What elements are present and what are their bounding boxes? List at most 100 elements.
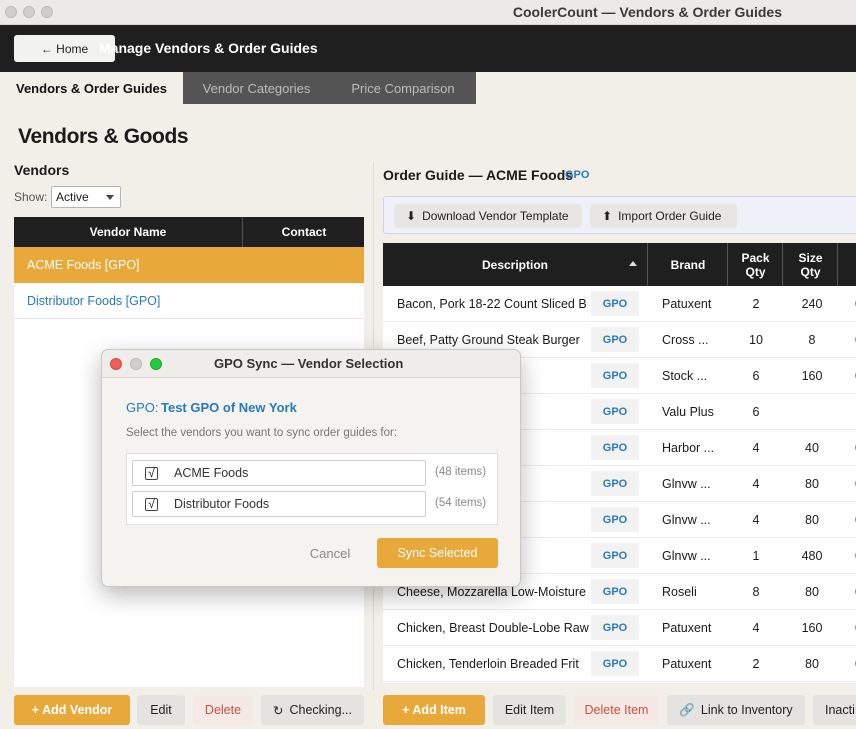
- sync-vendor-count: (54 items): [435, 497, 487, 509]
- delete-item-button[interactable]: Delete Item: [574, 695, 659, 725]
- item-pack-qty: 6: [752, 369, 760, 383]
- gpo-label: GPO:: [126, 400, 159, 415]
- item-pack-qty: 4: [752, 621, 760, 635]
- show-filter-select[interactable]: Active: [51, 186, 121, 208]
- vendor-name: Distributor Foods [GPO]: [27, 293, 161, 308]
- add-vendor-button[interactable]: + Add Vendor: [14, 695, 130, 725]
- order-guide-toolbar: ⬇ Download Vendor Template ⬆ Import Orde…: [383, 196, 856, 234]
- column-header-description[interactable]: Description: [383, 243, 648, 286]
- checkbox-distributor-foods[interactable]: √: [145, 498, 158, 511]
- link-icon: 🔗: [679, 702, 695, 717]
- column-header-pack-qty[interactable]: Pack Qty: [729, 243, 783, 286]
- delete-vendor-button[interactable]: Delete: [193, 695, 253, 725]
- item-pack-qty: 4: [752, 477, 760, 491]
- item-brand: Harbor ...: [662, 441, 715, 455]
- dialog-minimize-button[interactable]: [130, 358, 142, 370]
- tab-vendor-categories[interactable]: Vendor Categories: [183, 72, 330, 104]
- checking-button[interactable]: ↻ Checking...: [261, 695, 364, 725]
- link-to-inventory-button[interactable]: 🔗 Link to Inventory: [667, 695, 805, 725]
- item-brand: Cross ...: [662, 333, 709, 347]
- item-size-qty: 8: [808, 333, 816, 347]
- item-gpo-badge: GPO: [591, 291, 639, 316]
- item-size-qty: 160: [801, 621, 823, 635]
- item-size-qty: 80: [805, 585, 819, 599]
- app-header: ← Home Manage Vendors & Order Guides: [0, 25, 856, 72]
- window-titlebar: CoolerCount — Vendors & Order Guides: [0, 0, 856, 25]
- main-tabs: Vendors & Order Guides Vendor Categories…: [0, 72, 476, 104]
- order-guide-row[interactable]: Bacon, Pork 18-22 Count Sliced B GPO Patux…: [383, 286, 856, 322]
- item-size-qty: 80: [805, 477, 819, 491]
- vendor-row-distributor-foods[interactable]: Distributor Foods [GPO]: [14, 283, 364, 319]
- add-item-button[interactable]: + Add Item: [383, 695, 485, 725]
- window-minimize-button[interactable]: [23, 6, 35, 18]
- item-gpo-badge: GPO: [591, 471, 639, 496]
- item-gpo-badge: GPO: [591, 615, 639, 640]
- checkbox-acme-foods[interactable]: √: [145, 467, 158, 480]
- item-gpo-badge: GPO: [591, 435, 639, 460]
- item-brand: Valu Plus: [662, 405, 714, 419]
- vendors-heading: Vendors: [14, 162, 70, 178]
- item-brand: Glnvw ...: [662, 513, 711, 527]
- tab-vendors-order-guides[interactable]: Vendors & Order Guides: [0, 72, 183, 104]
- dialog-instructions: Select the vendors you want to sync orde…: [126, 427, 398, 439]
- window-title: CoolerCount — Vendors & Order Guides: [512, 4, 782, 20]
- item-pack-qty: 4: [752, 513, 760, 527]
- item-brand: Patuxent: [662, 657, 712, 671]
- item-size-qty: [784, 394, 840, 430]
- item-description: Bacon, Pork 18-22 Count Sliced B: [397, 297, 587, 311]
- tab-price-comparison[interactable]: Price Comparison: [330, 72, 476, 104]
- column-header-vendor-name[interactable]: Vendor Name: [14, 217, 243, 247]
- item-brand: Patuxent: [662, 297, 712, 311]
- item-description: Chicken, Tenderloin Breaded Frit: [397, 657, 579, 671]
- show-filter-label: Show:: [14, 190, 48, 204]
- vendor-sync-list: √ ACME Foods (48 items) √ Distributor Fo…: [126, 453, 498, 525]
- sync-vendor-acme-foods[interactable]: √ ACME Foods: [132, 460, 426, 486]
- dialog-zoom-button[interactable]: [150, 358, 162, 370]
- gpo-sync-dialog: GPO Sync — Vendor Selection GPO: Test GP…: [101, 349, 521, 587]
- edit-vendor-button[interactable]: Edit: [137, 695, 185, 725]
- item-brand: Glnvw ...: [662, 549, 711, 563]
- vendor-name: ACME Foods [GPO]: [27, 258, 140, 272]
- order-guide-table-header: Description Brand Pack Qty Size Qty: [383, 243, 856, 286]
- item-size-qty: 80: [805, 657, 819, 671]
- vendor-table-header: Vendor Name Contact: [14, 217, 364, 247]
- order-guide-row[interactable]: Chicken, Breast Double-Lobe Raw GPO Patuxe…: [383, 610, 856, 646]
- upload-arrow-icon: ⬆: [602, 209, 613, 223]
- item-description: Chicken, Breast Double-Lobe Raw: [397, 621, 589, 635]
- dialog-titlebar: GPO Sync — Vendor Selection: [102, 350, 520, 378]
- sync-vendor-name: Distributor Foods: [174, 497, 270, 511]
- item-size-qty: 80: [805, 513, 819, 527]
- page-title: Vendors & Goods: [18, 125, 189, 148]
- sort-ascending-icon: [629, 261, 637, 266]
- item-pack-qty: 2: [752, 657, 760, 671]
- item-pack-qty: 8: [752, 585, 760, 599]
- download-arrow-icon: ⬇: [406, 209, 417, 223]
- download-template-button[interactable]: ⬇ Download Vendor Template: [394, 204, 582, 228]
- inactivate-item-button[interactable]: Inacti: [813, 695, 856, 725]
- order-guide-title: Order Guide — ACME Foods: [383, 167, 574, 183]
- order-guide-gpo-badge: GPO: [565, 169, 590, 181]
- column-header-brand[interactable]: Brand: [649, 243, 728, 286]
- window-close-button[interactable]: [5, 6, 17, 18]
- window-zoom-button[interactable]: [41, 6, 53, 18]
- item-gpo-badge: GPO: [591, 363, 639, 388]
- column-header-contact[interactable]: Contact: [244, 217, 364, 247]
- item-brand: Roseli: [662, 585, 697, 599]
- order-guide-row[interactable]: Chicken, Tenderloin Breaded Frit GPO Patux…: [383, 646, 856, 682]
- item-gpo-badge: GPO: [591, 543, 639, 568]
- item-gpo-badge: GPO: [591, 651, 639, 676]
- cancel-button[interactable]: Cancel: [300, 542, 360, 564]
- item-brand: Stock ...: [662, 369, 708, 383]
- sync-vendor-count: (48 items): [435, 466, 487, 478]
- sync-selected-button[interactable]: Sync Selected: [377, 538, 498, 568]
- column-header-size-qty[interactable]: Size Qty: [784, 243, 838, 286]
- show-filter-value: Active: [56, 190, 89, 204]
- item-size-qty: 240: [801, 297, 823, 311]
- import-order-guide-button[interactable]: ⬆ Import Order Guide: [590, 204, 737, 228]
- edit-item-button[interactable]: Edit Item: [493, 695, 566, 725]
- sync-vendor-distributor-foods[interactable]: √ Distributor Foods: [132, 491, 426, 517]
- item-brand: Glnvw ...: [662, 477, 711, 491]
- item-gpo-badge: GPO: [591, 399, 639, 424]
- dialog-close-button[interactable]: [110, 358, 122, 370]
- vendor-row-acme-foods[interactable]: ACME Foods [GPO]: [14, 247, 364, 283]
